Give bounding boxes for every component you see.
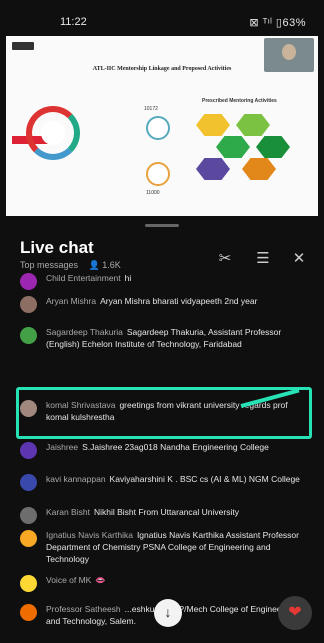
slide-panel-title: Prescribed Mentoring Activities (202, 98, 277, 104)
arrow-down-icon[interactable]: ↓ (154, 599, 182, 627)
chat-mode-selector[interactable]: Top messages 👤 1.6K (20, 260, 121, 271)
status-time: 11:22 (60, 16, 87, 28)
message-author[interactable]: Voice of MK (46, 575, 91, 585)
avatar[interactable] (20, 604, 37, 621)
avatar[interactable] (20, 273, 37, 290)
message-author[interactable]: Child Entertainment (46, 273, 121, 283)
slide-stat: 10172 (144, 106, 158, 112)
message-author[interactable]: Karan Bisht (46, 507, 90, 517)
message-author[interactable]: kavi kannappan (46, 474, 106, 484)
message-text: hi (124, 273, 132, 283)
avatar[interactable] (20, 442, 37, 459)
avatar[interactable] (20, 474, 37, 491)
status-bar: 11:22 ⊠ ᵀᶦˡ ▯63% (6, 6, 318, 36)
slide-stat: 11000 (146, 190, 160, 196)
chat-title: Live chat (20, 238, 94, 257)
avatar[interactable] (20, 327, 37, 344)
avatar[interactable] (20, 575, 37, 592)
message-text: 👄 (95, 575, 106, 585)
message-author[interactable]: Ignatius Navis Karthika (46, 530, 133, 540)
chat-mode-label: Top messages (20, 260, 79, 270)
avatar[interactable] (20, 507, 37, 524)
message-text: Aryan Mishra bharati vidyapeeth 2nd year (100, 296, 258, 306)
slide-hexagon (196, 158, 230, 180)
heart-icon[interactable]: ❤ (278, 596, 312, 630)
scissors-icon[interactable]: ✂ (216, 250, 234, 268)
presenter-webcam (264, 38, 314, 72)
tune-icon[interactable]: ☰ (254, 250, 272, 268)
slide-circle-graphic (146, 116, 170, 140)
highlight-box (16, 387, 312, 439)
avatar[interactable] (20, 530, 37, 547)
message-author[interactable]: Jaishree (46, 442, 78, 452)
avatar[interactable] (20, 296, 37, 313)
presenter-face (282, 44, 296, 60)
slide-hexagon (236, 114, 270, 136)
drag-handle[interactable] (145, 224, 179, 227)
video-player[interactable]: ATL-IIC Mentorship Linkage and Proposed … (6, 36, 318, 216)
slide-hexagon (196, 114, 230, 136)
message-text: Kaviyaharshini K . BSC cs (AI & ML) NGM … (109, 474, 300, 484)
close-icon[interactable]: ✕ (290, 250, 308, 268)
channel-logo (12, 42, 34, 50)
phone-screen: 11:22 ⊠ ᵀᶦˡ ▯63% ATL-IIC Mentorship Link… (6, 6, 318, 637)
slide-ring-graphic (26, 106, 80, 160)
viewer-count: 👤 1.6K (89, 260, 121, 270)
message-author[interactable]: Professor Satheesh (46, 604, 121, 614)
status-indicators: ⊠ ᵀᶦˡ ▯63% (249, 17, 306, 29)
slide-circle-graphic (146, 162, 170, 186)
panel-drag-area[interactable] (6, 216, 318, 234)
message-author[interactable]: Sagardeep Thakuria (46, 327, 123, 337)
slide-hexagon (242, 158, 276, 180)
slide-hexagon (256, 136, 290, 158)
slide-hexagon (216, 136, 250, 158)
viewer-count-value: 1.6K (102, 260, 121, 270)
message-text: Nikhil Bisht From Uttarancal University (93, 507, 239, 517)
message-text: S.Jaishree 23ag018 Nandha Engineering Co… (82, 442, 269, 452)
message-author[interactable]: Aryan Mishra (46, 296, 96, 306)
person-icon: 👤 (88, 260, 100, 270)
